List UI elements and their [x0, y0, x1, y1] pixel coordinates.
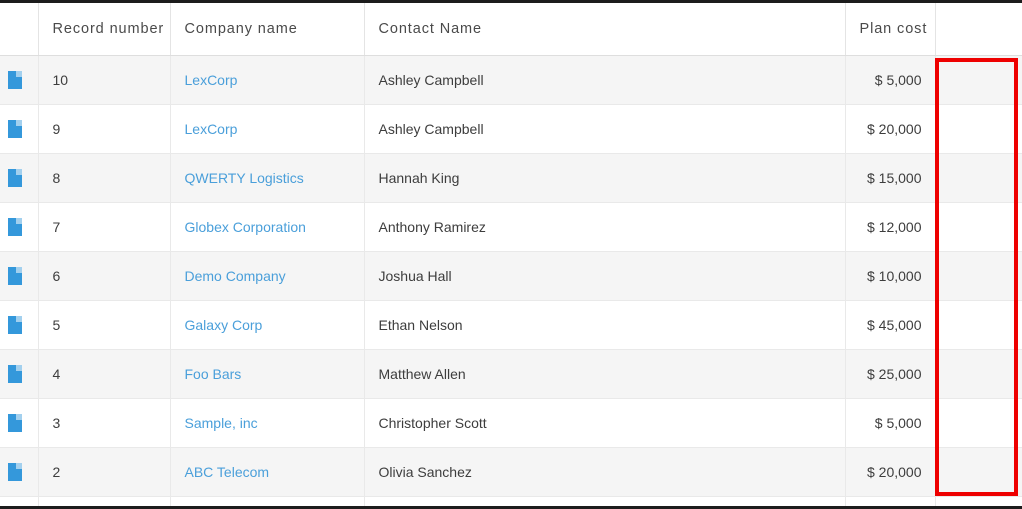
cell-blank [935, 447, 1022, 497]
cell-company-name[interactable]: Galaxy Corp [170, 300, 365, 350]
cell-blank [935, 398, 1022, 448]
table-row[interactable]: 2 ABC Telecom Olivia Sanchez $ 20,000 [0, 447, 1022, 497]
cell-record-number: 6 [38, 251, 171, 301]
table-row[interactable]: 4 Foo Bars Matthew Allen $ 25,000 [0, 349, 1022, 399]
cell-blank [935, 251, 1022, 301]
document-icon[interactable] [8, 364, 22, 383]
cell-blank [935, 202, 1022, 252]
cell-plan-cost: $ 45,000 [845, 300, 936, 350]
cell-blank [935, 496, 1022, 506]
table-row-partial[interactable] [0, 496, 1022, 506]
cell-record-number: 3 [38, 398, 171, 448]
document-icon[interactable] [8, 413, 22, 432]
company-link[interactable]: Sample, inc [185, 415, 258, 431]
cell-record-number: 4 [38, 349, 171, 399]
cell-contact-name: Anthony Ramirez [364, 202, 846, 252]
table-header: Record number Company name Contact Name … [0, 3, 1022, 56]
cell-blank [935, 153, 1022, 203]
company-link[interactable]: Foo Bars [185, 366, 242, 382]
document-icon[interactable] [8, 462, 22, 481]
cell-plan-cost: $ 12,000 [845, 202, 936, 252]
cell-company-name[interactable]: Foo Bars [170, 349, 365, 399]
cell-company-name[interactable] [170, 496, 365, 506]
document-icon[interactable] [8, 168, 22, 187]
table-body: 10 LexCorp Ashley Campbell $ 5,000 9 Lex… [0, 55, 1022, 506]
cell-contact-name: Ethan Nelson [364, 300, 846, 350]
row-document-icon-cell[interactable] [0, 349, 39, 399]
cell-plan-cost: $ 20,000 [845, 447, 936, 497]
cell-company-name[interactable]: LexCorp [170, 104, 365, 154]
cell-company-name[interactable]: Sample, inc [170, 398, 365, 448]
cell-contact-name: Matthew Allen [364, 349, 846, 399]
company-link[interactable]: Galaxy Corp [185, 317, 263, 333]
cell-blank [935, 349, 1022, 399]
records-table: Record number Company name Contact Name … [0, 3, 1022, 506]
cell-record-number: 5 [38, 300, 171, 350]
cell-plan-cost: $ 5,000 [845, 398, 936, 448]
cell-plan-cost: $ 10,000 [845, 251, 936, 301]
cell-company-name[interactable]: ABC Telecom [170, 447, 365, 497]
cell-company-name[interactable]: Demo Company [170, 251, 365, 301]
cell-contact-name: Ashley Campbell [364, 55, 846, 105]
cell-company-name[interactable]: QWERTY Logistics [170, 153, 365, 203]
column-header-record-number[interactable]: Record number [38, 3, 171, 56]
cell-record-number [38, 496, 171, 506]
company-link[interactable]: Globex Corporation [185, 219, 306, 235]
row-document-icon-cell[interactable] [0, 447, 39, 497]
document-icon[interactable] [8, 119, 22, 138]
column-header-contact-name[interactable]: Contact Name [364, 3, 846, 56]
row-document-icon-cell[interactable] [0, 104, 39, 154]
cell-plan-cost [845, 496, 936, 506]
row-document-icon-cell[interactable] [0, 398, 39, 448]
cell-record-number: 8 [38, 153, 171, 203]
row-document-icon-cell[interactable] [0, 496, 39, 506]
row-document-icon-cell[interactable] [0, 153, 39, 203]
column-header-plan-cost[interactable]: Plan cost [845, 3, 936, 56]
company-link[interactable]: ABC Telecom [185, 464, 270, 480]
data-grid-screen: Record number Company name Contact Name … [0, 0, 1022, 509]
cell-company-name[interactable]: Globex Corporation [170, 202, 365, 252]
cell-record-number: 7 [38, 202, 171, 252]
cell-blank [935, 300, 1022, 350]
cell-plan-cost: $ 25,000 [845, 349, 936, 399]
cell-record-number: 2 [38, 447, 171, 497]
row-document-icon-cell[interactable] [0, 300, 39, 350]
company-link[interactable]: QWERTY Logistics [185, 170, 304, 186]
cell-contact-name: Olivia Sanchez [364, 447, 846, 497]
cell-plan-cost: $ 5,000 [845, 55, 936, 105]
row-document-icon-cell[interactable] [0, 202, 39, 252]
cell-record-number: 9 [38, 104, 171, 154]
cell-blank [935, 104, 1022, 154]
cell-contact-name: Hannah King [364, 153, 846, 203]
cell-plan-cost: $ 15,000 [845, 153, 936, 203]
table-row[interactable]: 9 LexCorp Ashley Campbell $ 20,000 [0, 104, 1022, 154]
company-link[interactable]: LexCorp [185, 72, 238, 88]
document-icon[interactable] [8, 266, 22, 285]
cell-contact-name: Ashley Campbell [364, 104, 846, 154]
cell-company-name[interactable]: LexCorp [170, 55, 365, 105]
table-row[interactable]: 3 Sample, inc Christopher Scott $ 5,000 [0, 398, 1022, 448]
table-row[interactable]: 8 QWERTY Logistics Hannah King $ 15,000 [0, 153, 1022, 203]
cell-blank [935, 55, 1022, 105]
document-icon[interactable] [8, 70, 22, 89]
cell-contact-name: Joshua Hall [364, 251, 846, 301]
table-row[interactable]: 10 LexCorp Ashley Campbell $ 5,000 [0, 55, 1022, 105]
table-header-row: Record number Company name Contact Name … [0, 3, 1022, 56]
document-icon[interactable] [8, 217, 22, 236]
row-document-icon-cell[interactable] [0, 55, 39, 105]
table-row[interactable]: 5 Galaxy Corp Ethan Nelson $ 45,000 [0, 300, 1022, 350]
column-header-company-name[interactable]: Company name [170, 3, 365, 56]
company-link[interactable]: Demo Company [185, 268, 286, 284]
cell-plan-cost: $ 20,000 [845, 104, 936, 154]
cell-record-number: 10 [38, 55, 171, 105]
table-row[interactable]: 6 Demo Company Joshua Hall $ 10,000 [0, 251, 1022, 301]
cell-contact-name: Christopher Scott [364, 398, 846, 448]
document-icon[interactable] [8, 315, 22, 334]
cell-contact-name [364, 496, 846, 506]
table-row[interactable]: 7 Globex Corporation Anthony Ramirez $ 1… [0, 202, 1022, 252]
row-document-icon-cell[interactable] [0, 251, 39, 301]
column-header-icon[interactable] [0, 3, 39, 56]
column-header-blank[interactable] [935, 3, 1022, 56]
company-link[interactable]: LexCorp [185, 121, 238, 137]
